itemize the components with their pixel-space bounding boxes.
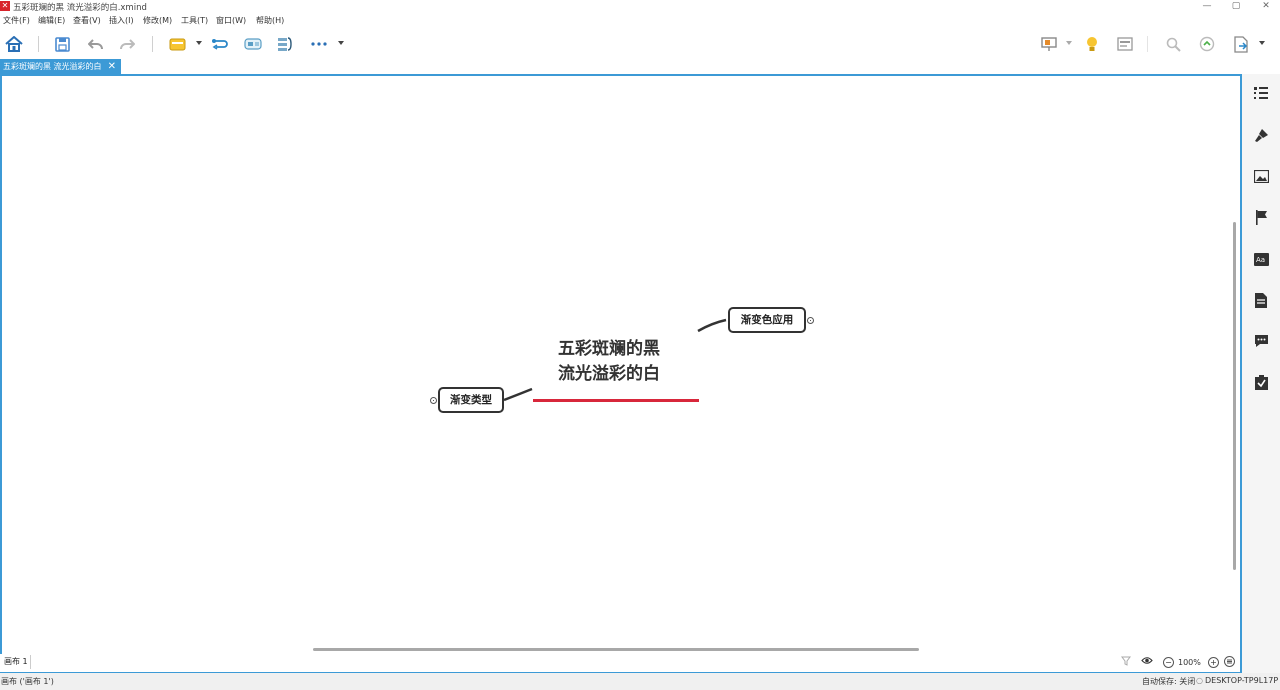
relationship-icon[interactable] — [209, 33, 231, 55]
xmind-logo-icon: ✕ — [0, 1, 10, 11]
main-toolbar — [0, 28, 1280, 59]
comment-icon[interactable] — [1250, 330, 1272, 352]
app-status-bar: 画布 ('画布 1') 自动保存: 关闭 ○ DESKTOP-TP9L17P — [0, 673, 1280, 690]
menu-edit[interactable]: 编辑(E) — [38, 15, 65, 26]
sheet-tab[interactable]: 画布 1 — [2, 655, 31, 669]
redo-icon[interactable] — [116, 33, 138, 55]
document-tabs: 五彩斑斓的黑 流光溢彩的白 ✕ — [0, 59, 1280, 74]
note-icon[interactable] — [1250, 289, 1272, 311]
format-brush-icon[interactable] — [1250, 124, 1272, 146]
menu-insert[interactable]: 插入(I) — [109, 15, 134, 26]
zoom-level: 100% — [1178, 658, 1201, 667]
canvas-frame: 五彩斑斓的黑 流光溢彩的白 渐变色应用 渐变类型 — [0, 74, 1242, 673]
tab-close-icon[interactable]: ✕ — [108, 59, 116, 74]
central-topic-line2: 流光溢彩的白 — [558, 364, 660, 384]
home-icon[interactable] — [3, 33, 25, 55]
presentation-icon[interactable] — [1038, 33, 1060, 55]
toolbar-separator — [1147, 36, 1148, 52]
collapse-toggle-icon[interactable] — [430, 397, 437, 404]
toolbar-separator — [152, 36, 153, 52]
machine-name: DESKTOP-TP9L17P — [1205, 676, 1279, 685]
menu-window[interactable]: 窗口(W) — [216, 15, 246, 26]
sheet-info: 画布 ('画布 1') — [1, 677, 54, 686]
menu-help[interactable]: 帮助(H) — [256, 15, 284, 26]
window-title: 五彩斑斓的黑 流光溢彩的白.xmind — [13, 3, 147, 13]
filter-icon[interactable] — [1121, 656, 1131, 670]
zoom-icon[interactable] — [1162, 33, 1184, 55]
title-bar: ✕ 五彩斑斓的黑 流光溢彩的白.xmind — ▢ ✕ — [0, 0, 1280, 13]
central-topic-underline — [533, 399, 699, 402]
vertical-scrollbar[interactable] — [1233, 222, 1236, 570]
share-icon[interactable] — [1196, 33, 1218, 55]
topic-dropdown-caret[interactable] — [196, 41, 202, 45]
right-side-panel: Aa — [1242, 74, 1280, 673]
horizontal-scrollbar[interactable] — [313, 648, 919, 651]
autosave-status[interactable]: 自动保存: 关闭 — [1142, 676, 1195, 687]
connector-right — [697, 318, 727, 333]
tab-label: 五彩斑斓的黑 流光溢彩的白 — [3, 62, 102, 71]
machine-dot-icon: ○ — [1196, 676, 1203, 685]
tab-document[interactable]: 五彩斑斓的黑 流光溢彩的白 ✕ — [0, 59, 121, 74]
menu-tools[interactable]: 工具(T) — [181, 15, 208, 26]
presentation-dropdown-caret[interactable] — [1066, 41, 1072, 45]
collapse-toggle-icon[interactable] — [807, 317, 814, 324]
more-icon[interactable] — [308, 33, 330, 55]
menu-modify[interactable]: 修改(M) — [143, 15, 172, 26]
flag-icon[interactable] — [1250, 206, 1272, 228]
outline-list-icon[interactable] — [1250, 82, 1272, 104]
idea-icon[interactable] — [1081, 33, 1103, 55]
zoom-out-button[interactable]: − — [1163, 657, 1174, 668]
svg-text:Aa: Aa — [1256, 256, 1265, 264]
close-window-button[interactable]: ✕ — [1259, 0, 1273, 12]
menu-view[interactable]: 查看(V) — [73, 15, 101, 26]
text-style-icon[interactable]: Aa — [1250, 248, 1272, 270]
boundary-icon[interactable] — [242, 33, 264, 55]
menu-file[interactable]: 文件(F) — [3, 15, 30, 26]
menu-bar: 文件(F) 编辑(E) 查看(V) 插入(I) 修改(M) 工具(T) 窗口(W… — [0, 13, 1280, 28]
zoom-in-button[interactable]: + — [1208, 657, 1219, 668]
topic-gradient-application[interactable]: 渐变色应用 — [728, 307, 806, 333]
central-topic-line1: 五彩斑斓的黑 — [558, 339, 660, 359]
central-topic[interactable]: 五彩斑斓的黑 流光溢彩的白 — [558, 337, 698, 387]
menu-lines-icon[interactable] — [1224, 656, 1235, 671]
save-icon[interactable] — [51, 33, 73, 55]
minimize-button[interactable]: — — [1200, 0, 1214, 12]
export-icon[interactable] — [1230, 33, 1252, 55]
toolbar-separator — [38, 36, 39, 52]
undo-icon[interactable] — [84, 33, 106, 55]
export-dropdown-caret[interactable] — [1259, 41, 1265, 45]
eye-icon[interactable] — [1141, 656, 1153, 669]
summary-icon[interactable] — [274, 33, 296, 55]
image-icon[interactable] — [1250, 165, 1272, 187]
mindmap-canvas[interactable]: 五彩斑斓的黑 流光溢彩的白 渐变色应用 渐变类型 — [2, 76, 1240, 671]
topic-gradient-types[interactable]: 渐变类型 — [438, 387, 504, 413]
outline-icon[interactable] — [1114, 33, 1136, 55]
sheet-status-bar: 画布 1 − 100% + — [0, 654, 1240, 672]
maximize-button[interactable]: ▢ — [1229, 0, 1243, 12]
more-dropdown-caret[interactable] — [338, 41, 344, 45]
connector-left — [503, 387, 533, 402]
topic-icon[interactable] — [166, 33, 188, 55]
task-icon[interactable] — [1250, 371, 1272, 393]
